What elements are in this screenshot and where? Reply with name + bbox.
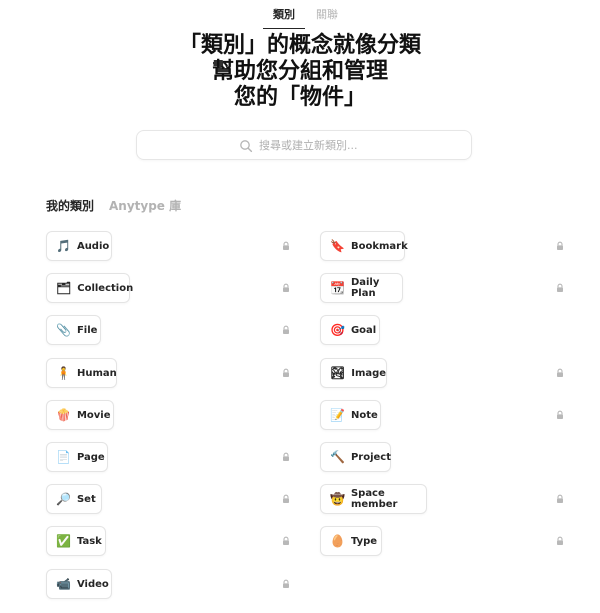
top-tab-bar: 類別 關聯 (0, 0, 600, 30)
section-tab-anytype-library[interactable]: Anytype 庫 (109, 197, 181, 214)
type-item-label: Video (76, 578, 109, 590)
lock-icon (555, 283, 565, 293)
lock-icon (555, 368, 565, 378)
tab-relations[interactable]: 關聯 (316, 6, 338, 22)
search-input[interactable] (259, 138, 369, 152)
page-icon: 📄 (56, 450, 71, 464)
lock-icon (555, 410, 565, 420)
hammer-icon: 🔨 (330, 450, 345, 464)
headline-line-3: 您的「物件」 (233, 85, 366, 110)
type-item-image[interactable]: 🏞 Image (320, 358, 387, 388)
type-item-label: Collection (77, 282, 134, 294)
lock-icon (281, 579, 291, 589)
type-item-video[interactable]: 📹 Video (46, 569, 112, 599)
type-item-label: Audio (76, 240, 110, 252)
type-item-file[interactable]: 📎 File (46, 315, 101, 345)
type-item-movie[interactable]: 🍿 Movie (46, 400, 114, 430)
type-item-audio[interactable]: 🎵 Audio (46, 231, 112, 261)
type-item-label: Task (76, 535, 102, 547)
target-icon: 🎯 (330, 323, 345, 337)
type-item-collection[interactable]: 🗂 Collection (46, 273, 134, 303)
type-item-bookmark[interactable]: 🔖 Bookmark (320, 231, 408, 261)
type-item-daily-plan[interactable]: 📆 Daily Plan (320, 273, 403, 303)
type-item-label: Page (76, 451, 105, 463)
type-item-label: Bookmark (350, 240, 408, 252)
lock-icon (281, 494, 291, 504)
music-note-icon: 🎵 (56, 239, 71, 253)
memo-icon: 📝 (330, 408, 345, 422)
type-item-note[interactable]: 📝 Note (320, 400, 381, 430)
lock-icon (281, 536, 291, 546)
type-item-label: Set (76, 493, 96, 505)
lock-icon (555, 536, 565, 546)
type-item-label: File (76, 324, 98, 336)
search-box[interactable] (136, 130, 472, 160)
type-item-label: Goal (350, 324, 377, 336)
lock-icon (281, 452, 291, 462)
search-icon (239, 138, 253, 153)
lock-icon (281, 283, 291, 293)
type-item-label: Space member (350, 488, 398, 510)
type-item-label: Type (350, 535, 378, 547)
lock-icon (555, 494, 565, 504)
section-tab-my-types[interactable]: 我的類別 (46, 197, 94, 214)
lock-icon (281, 241, 291, 251)
page-headline: 「類別」的概念就像分類 幫助您分組和管理 您的「物件」 (0, 33, 600, 111)
lock-icon (555, 241, 565, 251)
type-item-label: Image (351, 367, 387, 379)
popcorn-icon: 🍿 (56, 408, 71, 422)
paperclip-icon: 📎 (56, 323, 71, 337)
type-item-goal[interactable]: 🎯 Goal (320, 315, 380, 345)
type-item-human[interactable]: 🧍 Human (46, 358, 117, 388)
person-icon: 🧍 (56, 366, 71, 380)
type-item-set[interactable]: 🔎 Set (46, 484, 102, 514)
type-item-space-member[interactable]: 🤠 Space member (320, 484, 427, 514)
lock-icon (281, 325, 291, 335)
type-item-label: Human (76, 367, 117, 379)
type-item-type[interactable]: 🥚 Type (320, 526, 382, 556)
picture-icon: 🏞 (330, 366, 346, 380)
type-item-task[interactable]: ✅ Task (46, 526, 106, 556)
face-icon: 🤠 (330, 492, 345, 506)
type-item-label: Project (350, 451, 392, 463)
checkmark-icon: ✅ (56, 534, 71, 548)
headline-line-2: 幫助您分組和管理 (211, 59, 388, 84)
egg-icon: 🥚 (330, 534, 345, 548)
tab-types[interactable]: 類別 (273, 6, 295, 22)
headline-line-1: 「類別」的概念就像分類 (178, 33, 421, 58)
type-item-page[interactable]: 📄 Page (46, 442, 108, 472)
magnifier-icon: 🔎 (56, 492, 71, 506)
bookmark-icon: 🔖 (330, 239, 345, 253)
type-item-project[interactable]: 🔨 Project (320, 442, 391, 472)
lock-icon (281, 368, 291, 378)
type-item-label: Daily Plan (350, 277, 380, 299)
video-camera-icon: 📹 (56, 577, 71, 591)
collection-box-icon: 🗂 (56, 281, 72, 295)
type-item-label: Movie (76, 409, 111, 421)
type-item-label: Note (350, 409, 378, 421)
active-tab-underline (263, 28, 305, 29)
calendar-icon: 📆 (330, 281, 345, 295)
